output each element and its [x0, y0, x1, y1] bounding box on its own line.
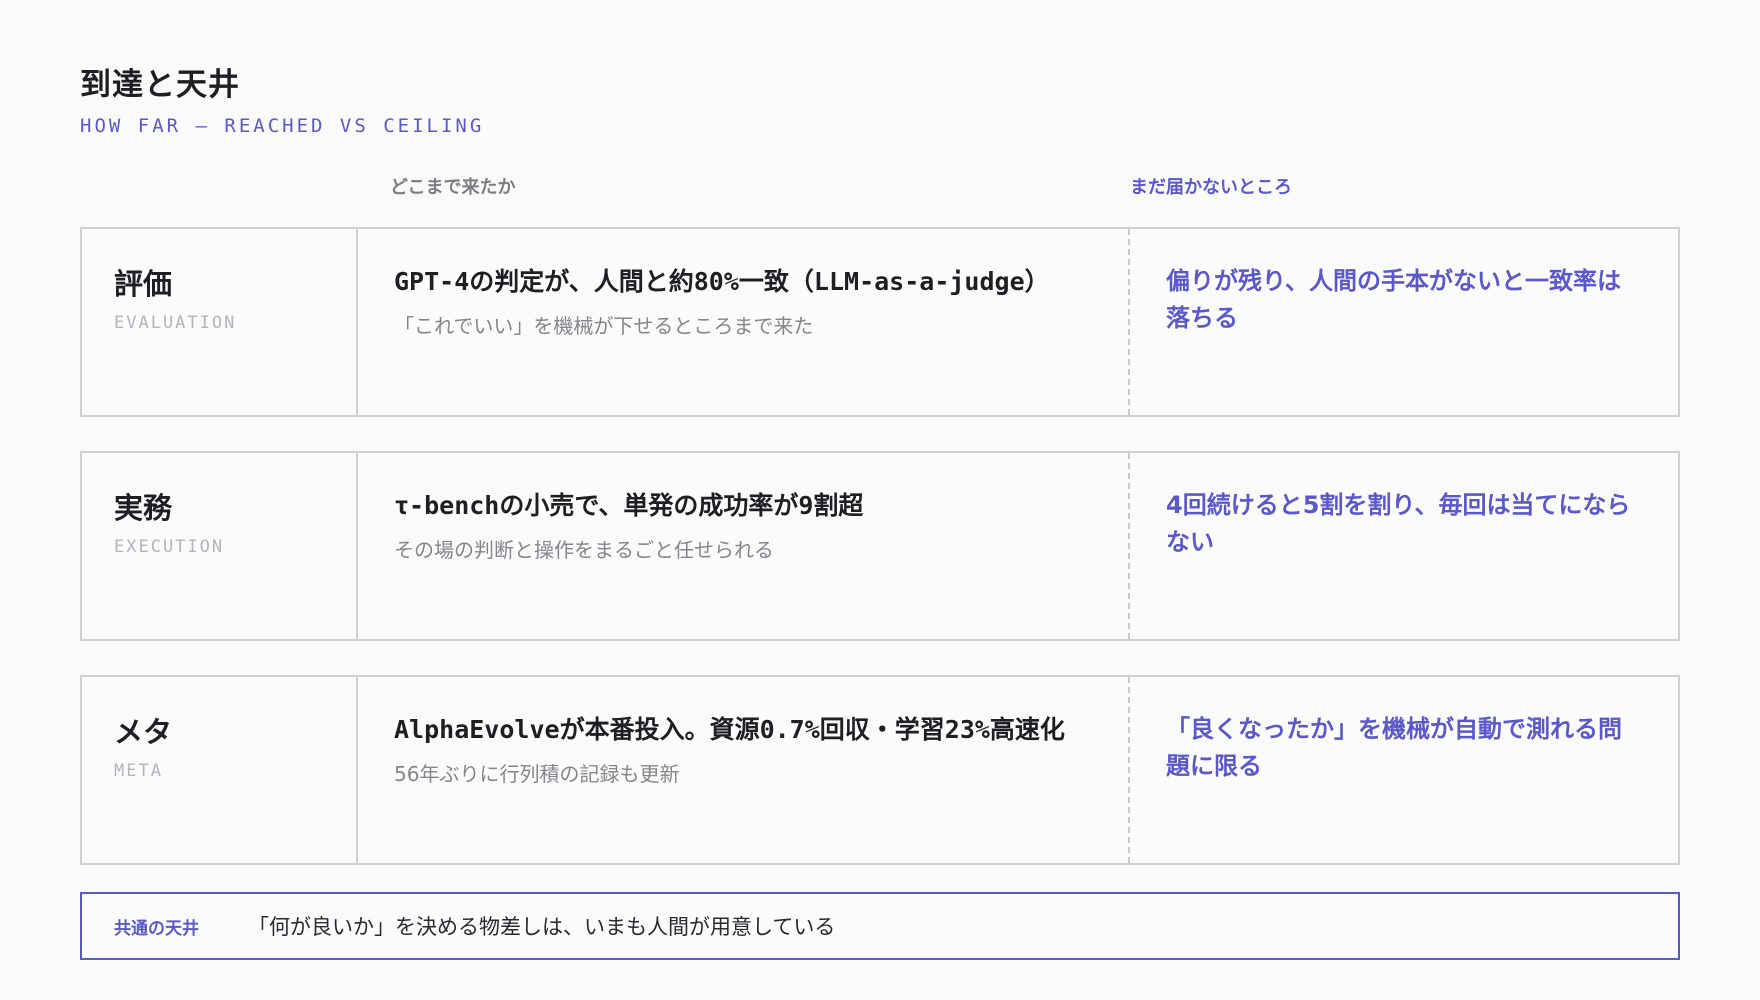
column-header-ceiling: まだ届かないところ — [1130, 177, 1292, 198]
ceiling-text: 4回続けると5割を割り、毎回は当てにならない — [1166, 491, 1631, 556]
ceiling-text: 偏りが残り、人間の手本がないと一致率は落ちる — [1166, 267, 1622, 332]
ceiling-text: 「良くなったか」を機械が自動で測れる問題に限る — [1166, 715, 1622, 780]
comparison-table: 評価 EVALUATION GPT-4の判定が、人間と約80%一致（LLM-as… — [80, 227, 1680, 865]
table-row-execution: 実務 EXECUTION τ-benchの小売で、単発の成功率が9割超 その場の… — [80, 451, 1680, 641]
reached-cell: AlphaEvolveが本番投入。資源0.7%回収・学習23%高速化 56年ぶり… — [358, 677, 1130, 863]
reached-sub-text: 「これでいい」を機械が下せるところまで来た — [394, 314, 814, 338]
reached-sub-text: 56年ぶりに行列積の記録も更新 — [394, 762, 680, 786]
reached-main-text: AlphaEvolveが本番投入。資源0.7%回収・学習23%高速化 — [394, 715, 1065, 744]
row-label-en: META — [114, 761, 163, 781]
callout-text: 「何が良いか」を決める物差しは、いまも人間が用意している — [248, 915, 836, 939]
row-label-jp: 評価 — [114, 267, 173, 301]
row-label-jp: 実務 — [114, 491, 173, 525]
reached-cell: τ-benchの小売で、単発の成功率が9割超 その場の判断と操作をまるごと任せら… — [358, 453, 1130, 639]
ceiling-cell: 「良くなったか」を機械が自動で測れる問題に限る — [1130, 677, 1678, 863]
page-subtitle: HOW FAR — REACHED VS CEILING — [80, 115, 485, 137]
column-header-reached: どこまで来たか — [390, 177, 516, 198]
row-label-cell: 実務 EXECUTION — [82, 453, 358, 639]
row-label-cell: 評価 EVALUATION — [82, 229, 358, 415]
page-title: 到達と天井 — [80, 67, 240, 103]
table-row-evaluation: 評価 EVALUATION GPT-4の判定が、人間と約80%一致（LLM-as… — [80, 227, 1680, 417]
table-row-meta: メタ META AlphaEvolveが本番投入。資源0.7%回収・学習23%高… — [80, 675, 1680, 865]
row-label-en: EVALUATION — [114, 313, 237, 333]
row-label-jp: メタ — [114, 715, 173, 749]
reached-cell: GPT-4の判定が、人間と約80%一致（LLM-as-a-judge） 「これで… — [358, 229, 1130, 415]
row-label-cell: メタ META — [82, 677, 358, 863]
ceiling-cell: 偏りが残り、人間の手本がないと一致率は落ちる — [1130, 229, 1678, 415]
callout-label: 共通の天井 — [114, 918, 199, 939]
slide: 到達と天井 HOW FAR — REACHED VS CEILING どこまで来… — [0, 0, 1760, 1000]
reached-main-text: GPT-4の判定が、人間と約80%一致（LLM-as-a-judge） — [394, 267, 1050, 296]
reached-main-text: τ-benchの小売で、単発の成功率が9割超 — [394, 491, 864, 520]
common-ceiling-callout: 共通の天井 「何が良いか」を決める物差しは、いまも人間が用意している — [80, 892, 1680, 960]
column-headers: どこまで来たか まだ届かないところ — [80, 175, 1680, 205]
row-label-en: EXECUTION — [114, 537, 225, 557]
reached-sub-text: その場の判断と操作をまるごと任せられる — [394, 538, 774, 562]
ceiling-cell: 4回続けると5割を割り、毎回は当てにならない — [1130, 453, 1678, 639]
